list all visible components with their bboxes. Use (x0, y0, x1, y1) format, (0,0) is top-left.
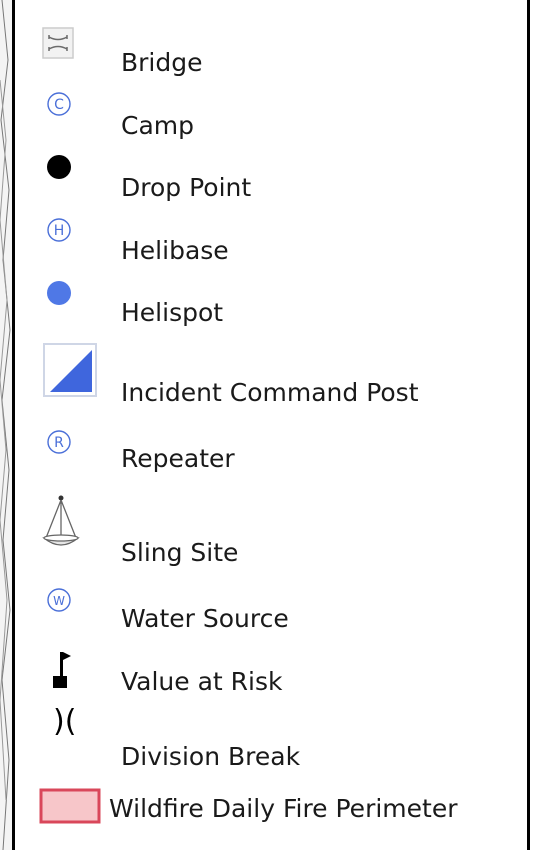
legend-label: Repeater (121, 444, 235, 473)
right-gutter (530, 0, 540, 850)
repeater-glyph: R (54, 435, 64, 451)
fire-perimeter-icon (39, 788, 101, 828)
bridge-icon (41, 26, 75, 64)
legend-label: Helibase (121, 236, 229, 265)
legend-label: Water Source (121, 604, 289, 633)
water-source-glyph: W (53, 594, 65, 608)
legend-label: Drop Point (121, 173, 252, 202)
camp-glyph: C (54, 97, 64, 113)
value-at-risk-icon (49, 650, 73, 694)
helibase-icon: H (46, 217, 72, 247)
legend-label: Division Break (121, 742, 301, 771)
legend-label: Bridge (121, 48, 203, 77)
helibase-glyph: H (54, 223, 65, 239)
legend-label: Wildfire Daily Fire Perimeter (109, 794, 458, 823)
map-contour-lines (0, 0, 11, 850)
helispot-icon (46, 280, 72, 310)
legend-label: Value at Risk (121, 667, 283, 696)
incident-command-post-icon (42, 342, 98, 402)
camp-icon: C (46, 91, 72, 121)
legend-label: Helispot (121, 298, 224, 327)
sling-site-icon (41, 494, 81, 558)
water-source-icon: W (46, 587, 72, 617)
division-break-icon: )( (53, 704, 77, 739)
legend-label: Sling Site (121, 538, 239, 567)
map-edge-background (0, 0, 12, 850)
legend-label: Camp (121, 111, 194, 140)
drop-point-icon (46, 154, 72, 184)
repeater-icon: R (46, 429, 72, 459)
map-legend-panel: Bridge C Camp Drop Point H Helibase Heli (12, 0, 530, 850)
legend-label: Incident Command Post (121, 378, 419, 407)
legend-item-fire-perimeter: Wildfire Daily Fire Perimeter (15, 0, 527, 824)
